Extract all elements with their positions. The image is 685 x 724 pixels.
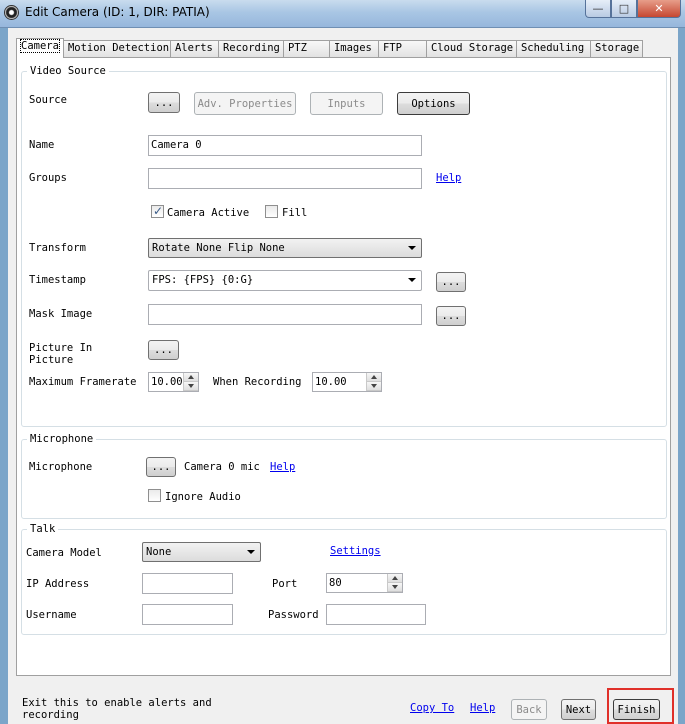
mask-image-input[interactable] [148, 304, 422, 325]
ip-address-label: IP Address [26, 578, 90, 590]
maximize-button[interactable]: □ [611, 0, 637, 18]
max-framerate-label: Maximum Framerate [29, 376, 137, 388]
password-input[interactable] [326, 604, 426, 625]
source-browse-button[interactable]: ... [148, 92, 180, 113]
inputs-button[interactable]: Inputs [310, 92, 383, 115]
video-source-title: Video Source [27, 65, 109, 77]
camera-active-checkbox[interactable] [151, 204, 164, 218]
copy-to-link[interactable]: Copy To [410, 702, 454, 714]
transform-label: Transform [29, 242, 86, 254]
groups-label: Groups [29, 172, 67, 184]
port-value: 80 [329, 577, 342, 589]
tab-motion-detection[interactable]: Motion Detection [63, 40, 171, 57]
username-label: Username [26, 609, 77, 621]
microphone-device: Camera 0 mic [184, 461, 260, 473]
when-recording-value: 10.00 [315, 376, 347, 388]
spin-up-icon[interactable] [388, 574, 402, 583]
spin-up-icon[interactable] [367, 373, 381, 382]
chevron-down-icon [408, 246, 416, 250]
video-source-group: Video Source Source ... Adv. Properties … [21, 65, 667, 427]
microphone-help-link[interactable]: Help [270, 461, 295, 473]
window-title: Edit Camera (ID: 1, DIR: PATIA) [25, 5, 210, 19]
options-button[interactable]: Options [397, 92, 470, 115]
camera-model-value: None [146, 546, 172, 558]
pip-browse-button[interactable]: ... [148, 340, 179, 360]
adv-properties-button[interactable]: Adv. Properties [194, 92, 296, 115]
spin-down-icon[interactable] [184, 382, 198, 391]
source-label: Source [29, 94, 67, 106]
chevron-down-icon [247, 550, 255, 554]
microphone-browse-button[interactable]: ... [146, 457, 176, 477]
pip-label-line2: Picture [29, 354, 74, 366]
max-framerate-value: 10.00 [151, 376, 183, 388]
transform-select[interactable]: Rotate None Flip None [148, 238, 422, 258]
ip-address-input[interactable] [142, 573, 233, 594]
tab-scheduling[interactable]: Scheduling [516, 40, 591, 57]
password-label: Password [268, 609, 319, 621]
ignore-audio-checkbox[interactable] [148, 489, 161, 502]
name-input[interactable]: Camera 0 [148, 135, 422, 156]
camera-model-label: Camera Model [26, 547, 102, 559]
tab-ptz[interactable]: PTZ [283, 40, 330, 57]
minimize-button[interactable]: — [585, 0, 611, 18]
groups-help-link[interactable]: Help [436, 172, 461, 184]
fill-label: Fill [282, 207, 308, 219]
fill-checkbox[interactable] [265, 205, 278, 218]
microphone-title: Microphone [27, 433, 97, 445]
username-input[interactable] [142, 604, 233, 625]
tab-storage[interactable]: Storage [590, 40, 643, 57]
tab-recording[interactable]: Recording [218, 40, 284, 57]
tab-cloud-storage[interactable]: Cloud Storage [426, 40, 517, 57]
mask-image-browse-button[interactable]: ... [436, 306, 466, 326]
name-label: Name [29, 139, 55, 151]
microphone-label: Microphone [29, 461, 93, 473]
talk-settings-link[interactable]: Settings [330, 545, 381, 557]
tab-alerts[interactable]: Alerts [170, 40, 219, 57]
port-stepper[interactable]: 80 [326, 573, 403, 593]
transform-value: Rotate None Flip None [152, 242, 285, 254]
max-framerate-stepper[interactable]: 10.00 [148, 372, 199, 392]
ignore-audio-label: Ignore Audio [165, 491, 241, 503]
camera-app-icon [4, 5, 19, 20]
next-button[interactable]: Next [561, 699, 596, 720]
chevron-down-icon [408, 278, 416, 282]
talk-group: Talk Camera Model None Settings IP Addre… [21, 523, 667, 635]
mask-image-label: Mask Image [29, 308, 93, 320]
title-bar: Edit Camera (ID: 1, DIR: PATIA) — □ ✕ [0, 0, 685, 28]
spin-up-icon[interactable] [184, 373, 198, 382]
when-recording-stepper[interactable]: 10.00 [312, 372, 382, 392]
port-spin[interactable] [387, 574, 402, 592]
tab-strip: Camera Motion Detection Alerts Recording… [16, 38, 643, 58]
dialog-client: Camera Motion Detection Alerts Recording… [8, 28, 678, 724]
when-recording-spin[interactable] [366, 373, 381, 391]
port-label: Port [272, 578, 298, 590]
camera-active-label: Camera Active [167, 207, 250, 219]
footer-hint: Exit this to enable alerts and recording [22, 697, 212, 721]
timestamp-value: FPS: {FPS} {0:G} [152, 274, 254, 286]
max-framerate-spin[interactable] [183, 373, 198, 391]
close-button[interactable]: ✕ [637, 0, 681, 18]
back-button[interactable]: Back [511, 699, 547, 720]
spin-down-icon[interactable] [367, 382, 381, 391]
timestamp-label: Timestamp [29, 274, 86, 286]
timestamp-browse-button[interactable]: ... [436, 272, 466, 292]
footer-help-link[interactable]: Help [470, 702, 495, 714]
when-recording-label: When Recording [213, 376, 302, 388]
spin-down-icon[interactable] [388, 583, 402, 592]
pip-label-line1: Picture In [29, 342, 93, 354]
camera-model-select[interactable]: None [142, 542, 261, 562]
finish-button[interactable]: Finish [613, 699, 660, 720]
talk-title: Talk [27, 523, 59, 535]
tab-ftp[interactable]: FTP [378, 40, 427, 57]
window-controls: — □ ✕ [585, 0, 681, 18]
tab-camera[interactable]: Camera [16, 38, 64, 58]
timestamp-combobox[interactable]: FPS: {FPS} {0:G} [148, 270, 422, 291]
microphone-group: Microphone Microphone ... Camera 0 mic H… [21, 433, 667, 519]
camera-tab-panel: Video Source Source ... Adv. Properties … [16, 57, 671, 676]
groups-input[interactable] [148, 168, 422, 189]
tab-images[interactable]: Images [329, 40, 379, 57]
